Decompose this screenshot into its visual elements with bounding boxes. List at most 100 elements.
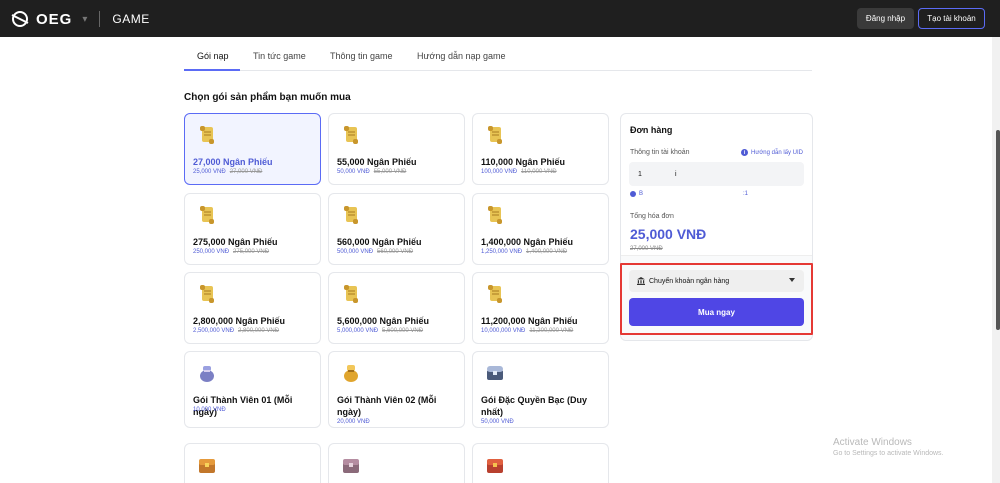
package-card[interactable]: Gói Thành Viên 01 (Mỗi ngày) 10,000 VNĐ [184, 351, 321, 428]
current-price: 250,000 VNĐ [193, 249, 230, 255]
current-price: 10,000,000 VNĐ [481, 328, 526, 334]
current-price: 25,000 VNĐ [193, 169, 226, 175]
account-status-right: :1 [743, 191, 749, 197]
package-name: Gói Thành Viên 02 (Mỗi ngày) [337, 395, 437, 417]
package-card[interactable]: 2,800,000 Ngân Phiếu 2,500,000 VNĐ 2,800,0… [184, 272, 321, 344]
logo-text: OEG [36, 10, 73, 28]
old-price: 11,200,000 VNĐ [529, 328, 574, 334]
logo-divider [99, 11, 101, 27]
payment-method-select[interactable]: Chuyển khoản ngân hàng [629, 270, 804, 292]
current-price: 1,250,000 VNĐ [481, 249, 523, 255]
package-card[interactable]: 1,400,000 Ngân Phiếu 1,250,000 VNĐ 1,400,0… [472, 193, 609, 265]
account-status: B [630, 191, 643, 197]
current-price: 100,000 VNĐ [481, 169, 518, 175]
uid-help-link[interactable]: i Hướng dẫn lấy UID [741, 149, 803, 156]
current-price: 50,000 VNĐ [337, 169, 370, 175]
old-price: 1,400,000 VNĐ [526, 249, 568, 255]
logo-dropdown-icon[interactable]: ▾ [82, 14, 87, 25]
package-card[interactable] [328, 443, 465, 483]
package-card[interactable]: Gói Đặc Quyền Bạc (Duy nhất) 50,000 VNĐ [472, 351, 609, 428]
package-name: 11,200,000 Ngân Phiếu [481, 316, 578, 326]
current-price: 50,000 VNĐ [481, 419, 514, 425]
package-card[interactable]: 11,200,000 Ngân Phiếu 10,000,000 VNĐ 11,20… [472, 272, 609, 344]
gold-pouch-icon [341, 362, 361, 384]
package-card[interactable] [472, 443, 609, 483]
package-name: 5,600,000 Ngân Phiếu [337, 316, 430, 326]
watermark-subtitle: Go to Settings to activate Windows. [833, 450, 944, 457]
scroll-icon [341, 283, 361, 305]
scroll-icon [341, 204, 361, 226]
order-title: Đơn hàng [630, 125, 673, 135]
tab-game-info[interactable]: Thông tin game [330, 51, 393, 71]
login-button[interactable]: Đăng nhập [857, 8, 914, 29]
register-button[interactable]: Tạo tài khoản [918, 8, 985, 29]
scroll-icon [197, 204, 217, 226]
total-old-price: 27,000 VNĐ [630, 246, 663, 252]
package-name: 55,000 Ngân Phiếu [337, 157, 417, 167]
old-price: 27,000 VNĐ [229, 169, 263, 175]
current-price: 5,000,000 VNĐ [337, 328, 379, 334]
package-price: 5,000,000 VNĐ 5,600,000 VNĐ [337, 328, 423, 334]
package-name: Gói Đặc Quyền Bạc (Duy nhất) [481, 395, 588, 417]
pouch-icon [197, 362, 217, 384]
chest-icon [199, 459, 215, 473]
payment-method-label: Chuyển khoản ngân hàng [649, 277, 730, 285]
tab-game-news[interactable]: Tin tức game [253, 51, 306, 71]
package-price: 1,250,000 VNĐ 1,400,000 VNĐ [481, 249, 567, 255]
package-price: 2,500,000 VNĐ 2,800,000 VNĐ [193, 328, 279, 334]
package-card[interactable]: 560,000 Ngân Phiếu 500,000 VNĐ 560,000 VNĐ [328, 193, 465, 265]
package-name: 1,400,000 Ngân Phiếu [481, 237, 574, 247]
tab-packages[interactable]: Gói nạp [184, 51, 240, 71]
package-price: 25,000 VNĐ 27,000 VNĐ [193, 169, 262, 175]
package-price: 50,000 VNĐ 55,000 VNĐ [337, 169, 406, 175]
current-price: 20,000 VNĐ [337, 419, 370, 425]
site-logo[interactable]: OEG ▾ GAME [10, 9, 150, 29]
total-label: Tổng hóa đơn [630, 213, 674, 220]
package-card[interactable]: 27,000 Ngân Phiếu 25,000 VNĐ 27,000 VNĐ [184, 113, 321, 185]
package-card[interactable]: 275,000 Ngân Phiếu 250,000 VNĐ 275,000 VNĐ [184, 193, 321, 265]
package-price: 10,000,000 VNĐ 11,200,000 VNĐ [481, 328, 573, 334]
chevron-down-icon [789, 278, 795, 282]
package-card[interactable]: 110,000 Ngân Phiếu 100,000 VNĐ 110,000 VNĐ [472, 113, 609, 185]
package-price: 20,000 VNĐ [337, 419, 370, 425]
account-value-mid: i [675, 171, 677, 178]
old-price: 55,000 VNĐ [373, 169, 407, 175]
bank-icon [637, 277, 645, 285]
old-price: 5,600,000 VNĐ [382, 328, 424, 334]
silver-chest-icon [485, 362, 505, 384]
check-icon [630, 191, 636, 197]
package-name: 2,800,000 Ngân Phiếu [193, 316, 286, 326]
old-price: 275,000 VNĐ [233, 249, 270, 255]
current-price: 500,000 VNĐ [337, 249, 374, 255]
package-price: 100,000 VNĐ 110,000 VNĐ [481, 169, 557, 175]
package-card[interactable]: 55,000 Ngân Phiếu 50,000 VNĐ 55,000 VNĐ [328, 113, 465, 185]
package-card[interactable]: Gói Thành Viên 02 (Mỗi ngày) 20,000 VNĐ [328, 351, 465, 428]
top-navbar: OEG ▾ GAME Đăng nhập Tạo tài khoản [0, 0, 1000, 37]
scroll-icon [197, 283, 217, 305]
package-name: 110,000 Ngân Phiếu [481, 157, 566, 167]
account-value: 1 [638, 171, 642, 178]
oeg-logo-icon [11, 11, 29, 27]
section-title: Chọn gói sản phẩm bạn muốn mua [184, 92, 351, 103]
tab-topup-guide[interactable]: Hướng dẫn nạp game [417, 51, 505, 71]
windows-activation-watermark: Activate Windows Go to Settings to activ… [833, 437, 944, 457]
buy-now-button[interactable]: Mua ngay [629, 298, 804, 326]
package-card[interactable]: 5,600,000 Ngân Phiếu 5,000,000 VNĐ 5,600,0… [328, 272, 465, 344]
tab-bar: Gói nạp Tin tức game Thông tin game Hướn… [184, 49, 812, 71]
old-price: 560,000 VNĐ [377, 249, 414, 255]
package-card[interactable] [184, 443, 321, 483]
scroll-icon [485, 283, 505, 305]
payment-section: Chuyển khoản ngân hàng Mua ngay [621, 255, 812, 340]
package-price: 10,000 VNĐ [193, 407, 226, 413]
package-price: 50,000 VNĐ [481, 419, 514, 425]
scrollbar-thumb[interactable] [996, 130, 1000, 330]
old-price: 2,800,000 VNĐ [238, 328, 280, 334]
account-input[interactable]: 1 i [629, 162, 804, 186]
scroll-icon [341, 124, 361, 146]
package-price: 500,000 VNĐ 560,000 VNĐ [337, 249, 413, 255]
current-price: 10,000 VNĐ [193, 407, 226, 413]
account-status-text: B [639, 191, 644, 197]
old-price: 110,000 VNĐ [521, 169, 557, 175]
package-name: 27,000 Ngân Phiếu [193, 157, 273, 167]
package-price: 250,000 VNĐ 275,000 VNĐ [193, 249, 269, 255]
